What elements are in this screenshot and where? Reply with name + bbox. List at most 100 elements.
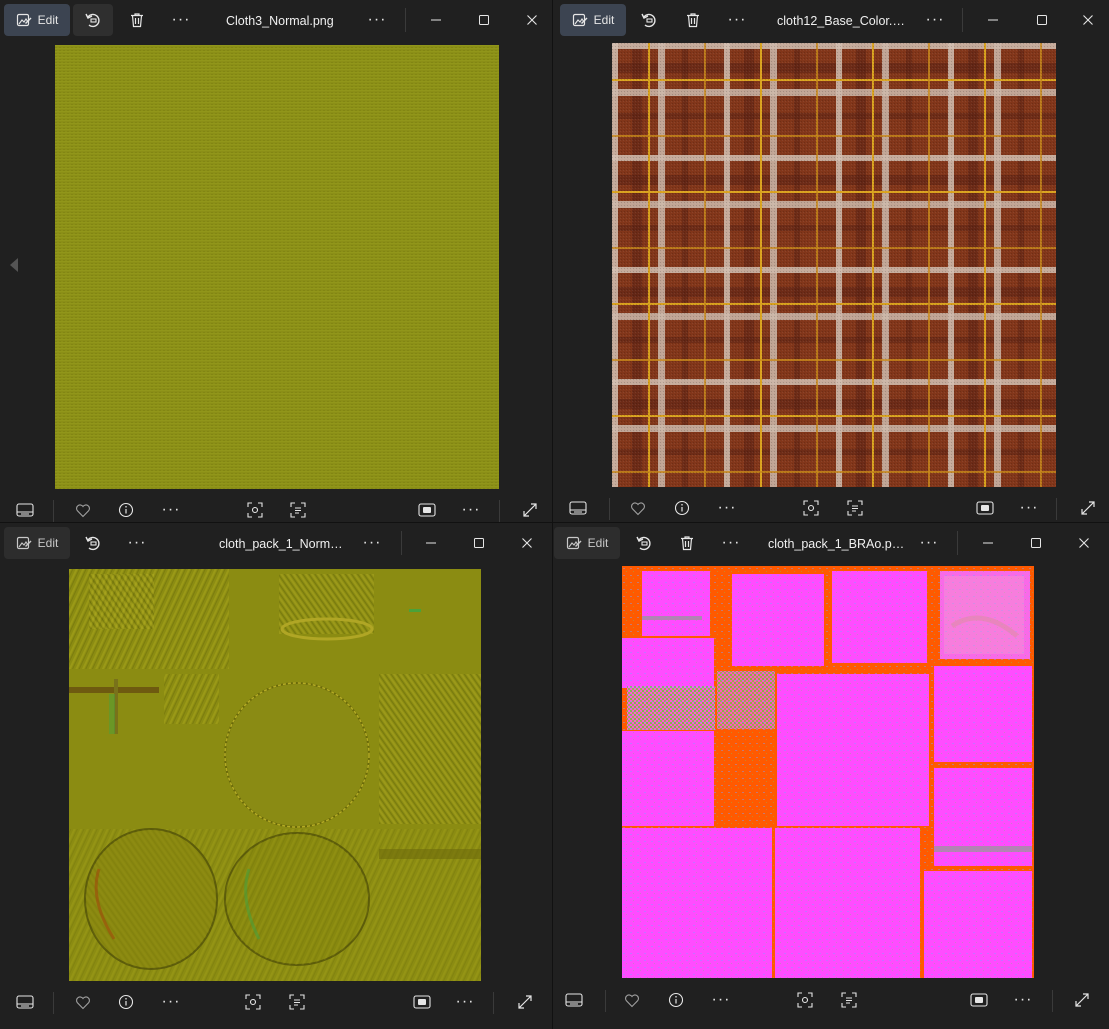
- rotate-button[interactable]: [73, 4, 113, 36]
- delete-button[interactable]: [118, 4, 156, 36]
- info-icon: [118, 502, 134, 518]
- filmstrip-icon: [565, 993, 583, 1007]
- fit-to-window-icon: [418, 503, 436, 517]
- visual-search-icon: [803, 500, 819, 516]
- more-options-button[interactable]: ···: [1010, 492, 1048, 522]
- maximize-button[interactable]: [1018, 527, 1054, 559]
- more-icon: ···: [925, 11, 945, 28]
- separator: [401, 531, 402, 555]
- info-button[interactable]: [107, 986, 145, 1018]
- favorite-button[interactable]: [619, 492, 657, 522]
- rotate-button[interactable]: [630, 4, 668, 36]
- minimize-button[interactable]: [413, 527, 449, 559]
- edit-button[interactable]: Edit: [554, 527, 620, 559]
- filmstrip-button[interactable]: [555, 984, 593, 1016]
- title-more-button[interactable]: ···: [916, 4, 954, 36]
- more-options-button[interactable]: ···: [708, 492, 746, 522]
- minimize-button[interactable]: [975, 4, 1011, 36]
- more-icon: ···: [1019, 499, 1039, 516]
- more-options-button[interactable]: ···: [702, 984, 740, 1016]
- edit-button[interactable]: Edit: [4, 4, 70, 36]
- more-icon: ···: [717, 499, 737, 516]
- text-scan-button[interactable]: [836, 492, 874, 522]
- separator: [405, 8, 406, 32]
- close-button[interactable]: [1070, 4, 1106, 36]
- text-scan-button[interactable]: [278, 986, 316, 1018]
- minimize-icon: [987, 14, 999, 26]
- filmstrip-button[interactable]: [6, 986, 44, 1018]
- title-bar: Edit ··· Cloth3_Normal.png ···: [0, 0, 552, 40]
- more-options-button[interactable]: ···: [712, 527, 750, 559]
- text-scan-button[interactable]: [830, 984, 868, 1016]
- more-options-button[interactable]: ···: [162, 4, 200, 36]
- maximize-icon: [1030, 537, 1042, 549]
- visual-search-button[interactable]: [236, 494, 274, 522]
- info-button[interactable]: [107, 494, 145, 522]
- edit-button[interactable]: Edit: [560, 4, 626, 36]
- minimize-button[interactable]: [970, 527, 1006, 559]
- image-canvas: [612, 43, 1056, 487]
- more-icon: ···: [721, 534, 741, 551]
- maximize-button[interactable]: [1024, 4, 1060, 36]
- favorite-button[interactable]: [613, 984, 651, 1016]
- visual-search-icon: [245, 994, 261, 1010]
- favorite-button[interactable]: [64, 494, 102, 522]
- title-more-button[interactable]: ···: [353, 527, 391, 559]
- fit-to-window-button[interactable]: [960, 984, 998, 1016]
- more-options-button[interactable]: ···: [152, 494, 190, 522]
- close-button[interactable]: [514, 4, 550, 36]
- more-options-button[interactable]: ···: [118, 527, 156, 559]
- image-canvas: [622, 566, 1034, 978]
- separator: [53, 500, 54, 522]
- maximize-button[interactable]: [461, 527, 497, 559]
- rotate-icon: [84, 534, 102, 552]
- more-options-button[interactable]: ···: [718, 4, 756, 36]
- more-options-button[interactable]: ···: [446, 986, 484, 1018]
- close-button[interactable]: [1066, 527, 1102, 559]
- edit-label: Edit: [593, 13, 615, 27]
- edit-label: Edit: [587, 536, 609, 550]
- photos-window-3: Edit ··· cloth_pack_1_Norm… ··· ··· ···: [0, 523, 552, 1029]
- fullscreen-button[interactable]: [1063, 984, 1101, 1016]
- text-scan-icon: [841, 992, 857, 1008]
- filmstrip-button[interactable]: [559, 492, 597, 522]
- visual-search-button[interactable]: [786, 984, 824, 1016]
- info-button[interactable]: [663, 492, 701, 522]
- bottom-toolbar: ··· ···: [0, 492, 552, 522]
- fit-to-window-button[interactable]: [403, 986, 441, 1018]
- more-options-button[interactable]: ···: [452, 494, 490, 522]
- close-button[interactable]: [509, 527, 545, 559]
- rotate-button[interactable]: [74, 527, 112, 559]
- edit-button[interactable]: Edit: [4, 527, 70, 559]
- more-options-button[interactable]: ···: [1004, 984, 1042, 1016]
- text-scan-icon: [289, 994, 305, 1010]
- fullscreen-icon: [1074, 992, 1090, 1008]
- text-scan-icon: [847, 500, 863, 516]
- fullscreen-button[interactable]: [1069, 492, 1107, 522]
- filmstrip-button[interactable]: [6, 494, 44, 522]
- title-more-button[interactable]: ···: [358, 4, 396, 36]
- fit-to-window-button[interactable]: [408, 494, 446, 522]
- rotate-icon: [84, 11, 102, 29]
- text-scan-button[interactable]: [279, 494, 317, 522]
- info-button[interactable]: [657, 984, 695, 1016]
- maximize-button[interactable]: [466, 4, 502, 36]
- more-icon: ···: [161, 501, 181, 518]
- favorite-button[interactable]: [64, 986, 102, 1018]
- rotate-icon: [635, 534, 653, 552]
- title-bar: Edit ··· cloth_pack_1_BRAo.p… ···: [553, 523, 1109, 563]
- delete-button[interactable]: [674, 4, 712, 36]
- minimize-button[interactable]: [418, 4, 454, 36]
- fit-to-window-button[interactable]: [966, 492, 1004, 522]
- fullscreen-button[interactable]: [506, 986, 544, 1018]
- info-icon: [668, 992, 684, 1008]
- visual-search-button[interactable]: [234, 986, 272, 1018]
- delete-button[interactable]: [668, 527, 706, 559]
- visual-search-button[interactable]: [792, 492, 830, 522]
- fullscreen-button[interactable]: [511, 494, 549, 522]
- title-more-button[interactable]: ···: [910, 527, 948, 559]
- previous-arrow-icon[interactable]: [10, 258, 18, 272]
- separator: [53, 992, 54, 1014]
- more-options-button[interactable]: ···: [152, 986, 190, 1018]
- rotate-button[interactable]: [625, 527, 663, 559]
